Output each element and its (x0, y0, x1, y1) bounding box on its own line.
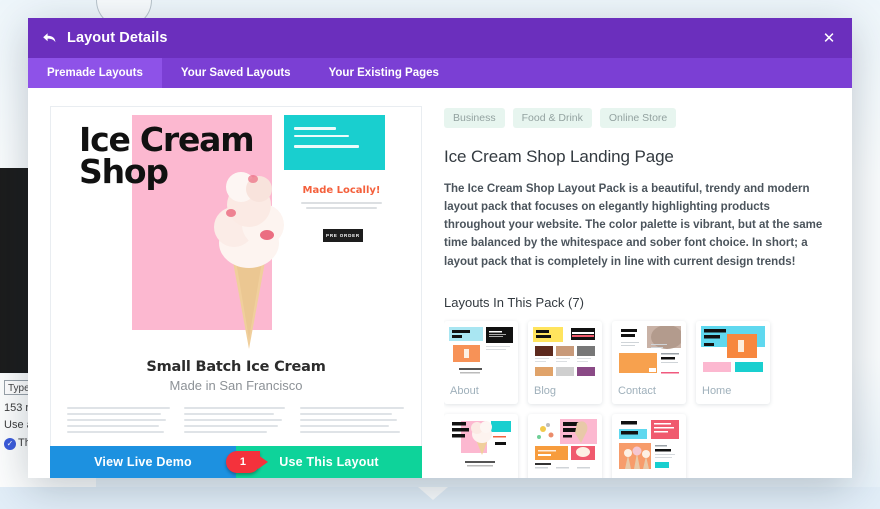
preview-info-box (284, 115, 385, 170)
layout-card-label: Blog (534, 384, 557, 397)
layout-card-blog[interactable]: Blog (528, 320, 602, 404)
use-this-layout-button[interactable]: 1 Use This Layout (226, 446, 422, 478)
layout-details-modal: Layout Details ✕ Premade Layouts Your Sa… (28, 18, 852, 478)
layout-card-menu[interactable]: Menu (528, 413, 602, 479)
badge-online-store[interactable]: Online Store (599, 108, 677, 128)
layout-card-contact[interactable]: Contact (612, 320, 686, 404)
layout-thumb-art (449, 418, 513, 472)
modal-header: Layout Details ✕ (28, 18, 852, 58)
layout-card-label: Menu (533, 472, 597, 479)
step-marker-badge: 1 (226, 451, 260, 473)
layout-card-label: Contact (618, 384, 656, 397)
layout-card-landing[interactable]: Landing (444, 413, 518, 479)
preview-made-locally-title: Made Locally! (302, 185, 381, 196)
tab-your-existing-pages[interactable]: Your Existing Pages (310, 58, 458, 88)
layout-thumb-art (701, 325, 765, 379)
layout-thumb-art (533, 418, 597, 472)
layout-card-label: Home (702, 384, 732, 397)
layout-thumb-art (617, 418, 681, 472)
layout-pack-description: The Ice Cream Shop Layout Pack is a beau… (444, 183, 823, 268)
badge-food-and-drink[interactable]: Food & Drink (512, 108, 592, 128)
layout-preview-column: Ice Cream Shop Made Locally! PRE ORDER S… (50, 106, 422, 478)
layout-card-about[interactable]: About (444, 320, 518, 404)
layout-card-services[interactable]: Services (612, 413, 686, 479)
layout-card-label: Landing (449, 472, 513, 479)
check-circle-icon: ✓ (4, 437, 16, 450)
layout-detail-column: Business Food & Drink Online Store Ice C… (444, 106, 830, 478)
close-icon[interactable]: ✕ (820, 29, 838, 47)
tab-premade-layouts[interactable]: Premade Layouts (28, 58, 162, 88)
ice-cream-cone-image (214, 172, 284, 349)
page-title: Layout Details (67, 30, 168, 46)
preview-made-locally: Made Locally! (294, 185, 389, 212)
layout-thumb-art (617, 325, 681, 379)
background-notch (418, 487, 448, 500)
preview-text-columns (51, 393, 421, 437)
layouts-in-pack-heading: Layouts In This Pack (7) (444, 294, 584, 310)
layout-thumbnail-grid: About Blog Contact Home (444, 320, 830, 479)
use-this-layout-label: Use This Layout (279, 455, 379, 469)
preview-preorder-button: PRE ORDER (323, 229, 363, 242)
preview-subhead-secondary: Made in San Francisco (169, 378, 303, 393)
layout-pack-title: Ice Cream Shop Landing Page (444, 147, 674, 166)
back-arrow-icon[interactable] (42, 32, 57, 45)
badge-business[interactable]: Business (444, 108, 505, 128)
page-root: Vie Type a 153 re Use an ✓ The Layout De… (0, 0, 880, 509)
layout-thumb-art (533, 325, 597, 379)
preview-subheading: Small Batch Ice Cream Made in San Franci… (51, 359, 421, 393)
modal-body: Ice Cream Shop Made Locally! PRE ORDER S… (28, 88, 852, 478)
preview-subhead-primary: Small Batch Ice Cream (146, 359, 326, 375)
layout-card-label: About (450, 384, 479, 397)
modal-tabbar: Premade Layouts Your Saved Layouts Your … (28, 58, 852, 88)
layout-card-label: Services (617, 472, 681, 479)
layout-card-home[interactable]: Home (696, 320, 770, 404)
layout-thumb-art (449, 325, 513, 379)
category-badges: Business Food & Drink Online Store (444, 108, 830, 128)
view-live-demo-button[interactable]: View Live Demo (50, 446, 236, 478)
preview-action-buttons: View Live Demo 1 Use This Layout (50, 446, 422, 478)
layout-preview-image: Ice Cream Shop Made Locally! PRE ORDER S… (50, 106, 422, 446)
tab-your-saved-layouts[interactable]: Your Saved Layouts (162, 58, 310, 88)
preview-hero: Ice Cream Shop Made Locally! PRE ORDER (51, 107, 421, 357)
